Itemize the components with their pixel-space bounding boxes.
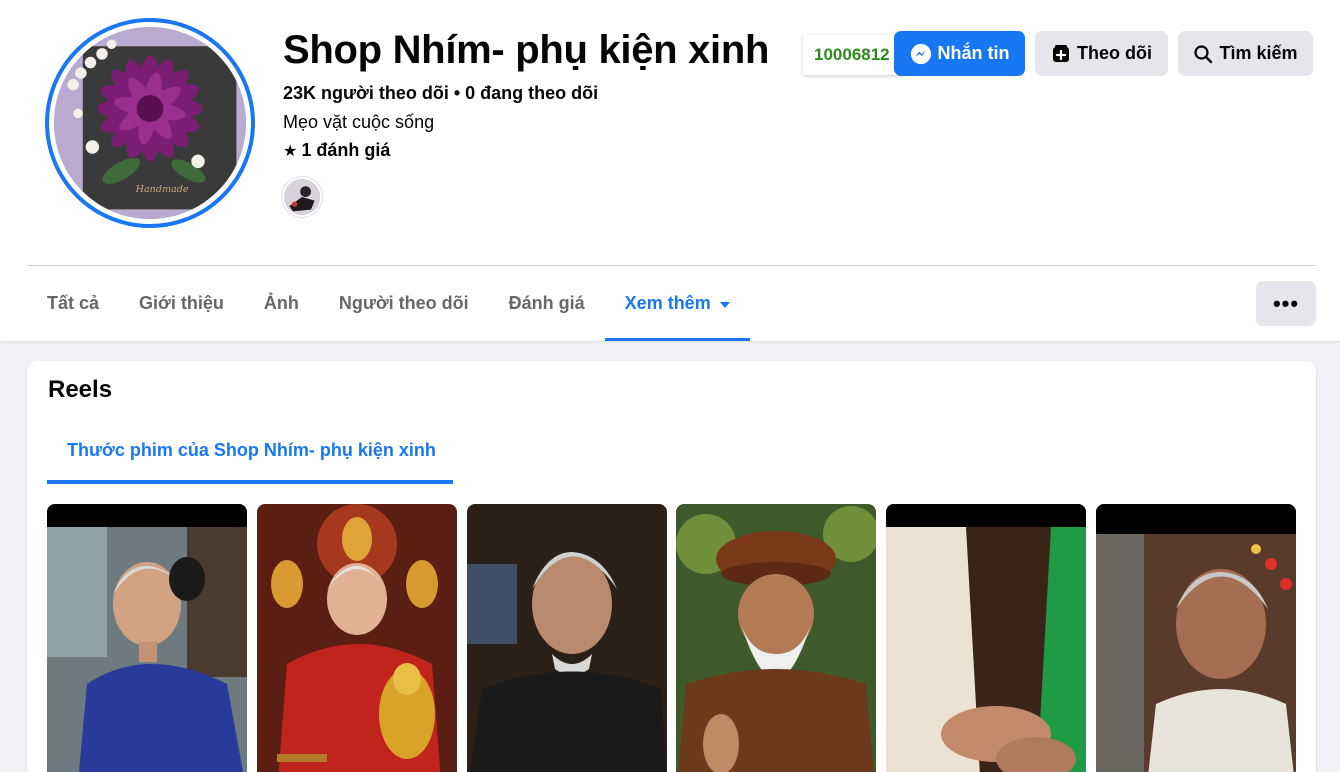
reel-image xyxy=(1096,504,1296,772)
profile-avatar[interactable]: Handmade xyxy=(45,18,255,228)
star-icon: ★ xyxy=(283,142,298,160)
reel-thumbnail[interactable] xyxy=(886,504,1086,772)
page-title: Shop Nhím- phụ kiện xinh xyxy=(283,28,770,72)
follower-count[interactable]: 23K người theo dõi • 0 đang theo dõi xyxy=(283,83,598,104)
tab-photos[interactable]: Ảnh xyxy=(244,266,319,341)
follow-button-label: Theo dõi xyxy=(1077,43,1152,63)
profile-tabs: Tất cả Giới thiệu Ảnh Người theo dõi Đán… xyxy=(27,266,750,341)
reels-section: Reels Thước phim của Shop Nhím- phụ kiện… xyxy=(27,361,1316,772)
flower-brooch-image: Handmade xyxy=(54,27,246,219)
message-button[interactable]: Nhắn tin xyxy=(894,31,1025,76)
reel-image xyxy=(886,504,1086,772)
reel-thumbnail[interactable] xyxy=(257,504,457,772)
tab-all[interactable]: Tất cả xyxy=(27,266,119,341)
reel-image xyxy=(467,504,667,772)
svg-text:Handmade: Handmade xyxy=(135,184,189,195)
more-options-button[interactable]: ••• xyxy=(1256,281,1316,326)
reel-thumbnail[interactable] xyxy=(676,504,876,772)
follow-icon xyxy=(1053,44,1069,62)
reels-tab[interactable]: Thước phim của Shop Nhím- phụ kiện xinh xyxy=(47,417,453,484)
follow-button[interactable]: Theo dõi xyxy=(1035,31,1168,76)
reel-thumbnail[interactable] xyxy=(47,504,247,772)
profile-picture: Handmade xyxy=(54,27,246,219)
reels-heading: Reels xyxy=(48,376,113,403)
reel-thumbnail[interactable] xyxy=(467,504,667,772)
search-button-label: Tìm kiếm xyxy=(1219,43,1298,63)
tab-reviews[interactable]: Đánh giá xyxy=(489,266,605,341)
reel-image xyxy=(257,504,457,772)
tab-followers[interactable]: Người theo dõi xyxy=(319,266,489,341)
messenger-icon xyxy=(910,43,931,64)
tab-see-more[interactable]: Xem thêm xyxy=(604,266,750,341)
message-button-label: Nhắn tin xyxy=(937,43,1010,63)
reel-image xyxy=(676,504,876,772)
page-header: Handmade Shop Nhím- phụ kiện xinh 23K ng… xyxy=(0,0,1340,341)
tab-about[interactable]: Giới thiệu xyxy=(119,266,244,341)
reel-thumbnail[interactable] xyxy=(1096,504,1296,772)
page-category: Mẹo vặt cuộc sống xyxy=(283,112,435,132)
rating-label: 1 đánh giá xyxy=(301,140,391,160)
caret-down-icon xyxy=(719,301,730,308)
search-icon xyxy=(1194,44,1213,63)
reel-image xyxy=(47,504,247,772)
follower-avatar-image xyxy=(284,179,320,215)
rating-summary[interactable]: ★ 1 đánh giá xyxy=(283,140,390,161)
follower-avatar[interactable] xyxy=(282,177,322,217)
search-button[interactable]: Tìm kiếm xyxy=(1178,31,1313,76)
id-badge: 10006812 xyxy=(803,35,903,75)
